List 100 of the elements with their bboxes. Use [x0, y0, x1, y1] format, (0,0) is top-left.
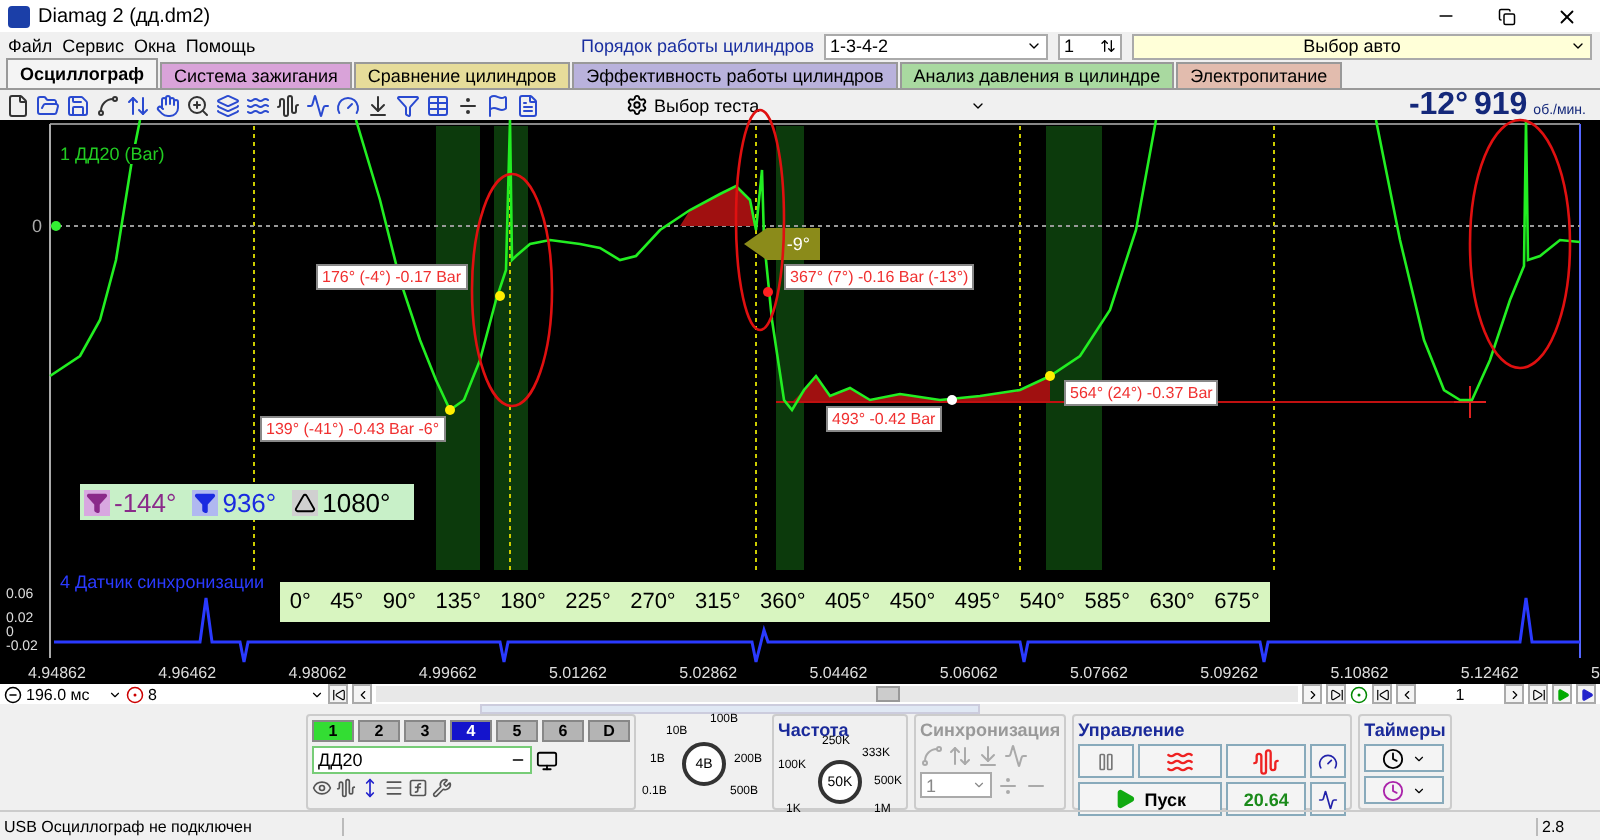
sensor-field[interactable]: ДД20	[312, 746, 532, 774]
function-icon[interactable]	[408, 778, 428, 798]
degree-label: 90°	[382, 590, 417, 614]
waves-icon[interactable]	[246, 93, 270, 117]
layers-icon[interactable]	[216, 93, 240, 117]
time-tick-label: 5.04462	[809, 664, 868, 682]
time-tick-label: 5.01262	[549, 664, 607, 682]
prev-button[interactable]	[352, 684, 372, 704]
cylinder-spinner[interactable]: 1	[1058, 33, 1122, 59]
degree-label: 495°	[954, 590, 1001, 614]
cursor-value: 936°	[222, 487, 277, 517]
waveform-icon[interactable]	[336, 778, 356, 798]
start-button[interactable]: Пуск	[1078, 782, 1223, 816]
rate-button[interactable]: 20.64	[1226, 782, 1307, 816]
marker-label: 367° (7°) -0.16 Bar (-13°)	[784, 264, 975, 290]
first-button[interactable]	[1372, 684, 1392, 704]
waveform-icon[interactable]	[276, 93, 300, 117]
marker-label: 493° -0.42 Bar	[826, 406, 942, 432]
play-button[interactable]	[1576, 684, 1596, 704]
tab[interactable]: Система зажигания	[160, 62, 352, 88]
eye-icon[interactable]	[312, 778, 332, 798]
cylinder-order-label: Порядок работы цилиндров	[581, 36, 814, 56]
menu-item[interactable]: Окна	[133, 36, 176, 56]
flag-icon[interactable]	[486, 93, 510, 117]
pause-button[interactable]	[1078, 744, 1135, 778]
time-tick-label: 5.09262	[1200, 664, 1259, 682]
last-button[interactable]	[1528, 684, 1548, 704]
degree-label: 225°	[565, 590, 611, 614]
clock-icon	[1382, 747, 1405, 769]
menu-item[interactable]: Файл	[8, 36, 53, 56]
next-button[interactable]	[1504, 684, 1524, 704]
auto-button[interactable]	[1310, 782, 1347, 816]
caret-icon	[108, 687, 122, 701]
time-window-select[interactable]: 196.0 мс	[26, 684, 122, 704]
zoom-out-icon[interactable]	[4, 685, 22, 703]
time-tick-label: 5.12462	[1460, 664, 1519, 682]
arrows-icon[interactable]	[360, 778, 380, 798]
document-icon[interactable]	[6, 93, 30, 117]
first-button[interactable]	[328, 684, 348, 704]
tab[interactable]: Эффективность работы цилиндров	[572, 62, 898, 88]
auto-button[interactable]	[1310, 744, 1347, 778]
prev-button[interactable]	[1396, 684, 1416, 704]
caret-icon	[310, 687, 324, 701]
channel-button[interactable]: 5	[496, 720, 538, 742]
next-button[interactable]	[1302, 684, 1322, 704]
app-icon	[8, 5, 30, 27]
degree-label: 0°	[289, 590, 311, 614]
channel-button[interactable]: 6	[542, 720, 584, 742]
angle-reading: -12°	[1408, 87, 1468, 123]
table-icon[interactable]	[426, 93, 450, 117]
save-icon[interactable]	[66, 93, 90, 117]
arrow-icon[interactable]	[366, 93, 390, 117]
tab[interactable]: Сравнение цилиндров	[353, 62, 571, 88]
cursor-value: -144°	[114, 487, 177, 517]
time-tick-label: 4.96462	[158, 664, 217, 682]
channel-button[interactable]: 2	[358, 720, 400, 742]
arrows-icon[interactable]	[126, 93, 150, 117]
filter-icon[interactable]	[396, 93, 420, 117]
curve-icon[interactable]	[96, 93, 120, 117]
panel-title: Таймеры	[1364, 720, 1446, 740]
cylinder-order-select[interactable]: 1-3-4-2	[824, 33, 1048, 59]
tab[interactable]: Осциллограф	[6, 58, 159, 88]
lines-icon[interactable]	[384, 778, 404, 798]
channel-button[interactable]: 4	[450, 720, 492, 742]
timer-button[interactable]	[1364, 744, 1445, 772]
scroll-thumb[interactable]	[876, 686, 900, 702]
pause-icon	[1096, 751, 1117, 771]
folder-icon[interactable]	[36, 93, 60, 117]
hand-icon[interactable]	[156, 93, 180, 117]
zero-label: 0	[32, 216, 43, 236]
caret-icon	[1412, 751, 1427, 765]
chevron-right-icon	[1305, 687, 1319, 701]
tab[interactable]: Анализ давления в цилиндре	[899, 62, 1175, 88]
menu-item[interactable]: Помощь	[185, 36, 256, 56]
channel-button[interactable]: D	[588, 720, 630, 742]
channel-button[interactable]: 1	[312, 720, 354, 742]
count-select[interactable]: 8	[148, 684, 324, 704]
caret-icon	[1026, 38, 1042, 54]
auto-select[interactable]: Выбор авто	[1132, 33, 1592, 59]
menu-item[interactable]: Сервис	[62, 36, 124, 56]
gauge-icon[interactable]	[336, 93, 360, 117]
page-icon[interactable]	[516, 93, 540, 117]
sine-button[interactable]	[1138, 744, 1223, 778]
last-button[interactable]	[1326, 684, 1346, 704]
cursor-value: 1080°	[322, 487, 391, 517]
monitor-icon[interactable]	[536, 749, 558, 771]
test-select[interactable]: Выбор теста	[626, 92, 986, 118]
zero-handle-dot	[51, 221, 61, 231]
channel-button[interactable]: 3	[404, 720, 446, 742]
zoom-icon[interactable]	[186, 93, 210, 117]
waves-button[interactable]	[1226, 744, 1307, 778]
divide-icon[interactable]	[456, 93, 480, 117]
funnel-icon	[86, 491, 108, 513]
skip-back-icon	[1375, 687, 1389, 701]
pulse-icon[interactable]	[306, 93, 330, 117]
wrench-icon[interactable]	[432, 778, 452, 798]
degree-label: 315°	[695, 590, 741, 614]
record-icon[interactable]	[126, 685, 144, 703]
tab[interactable]: Электропитание	[1176, 62, 1342, 88]
record-icon[interactable]	[1350, 685, 1368, 703]
